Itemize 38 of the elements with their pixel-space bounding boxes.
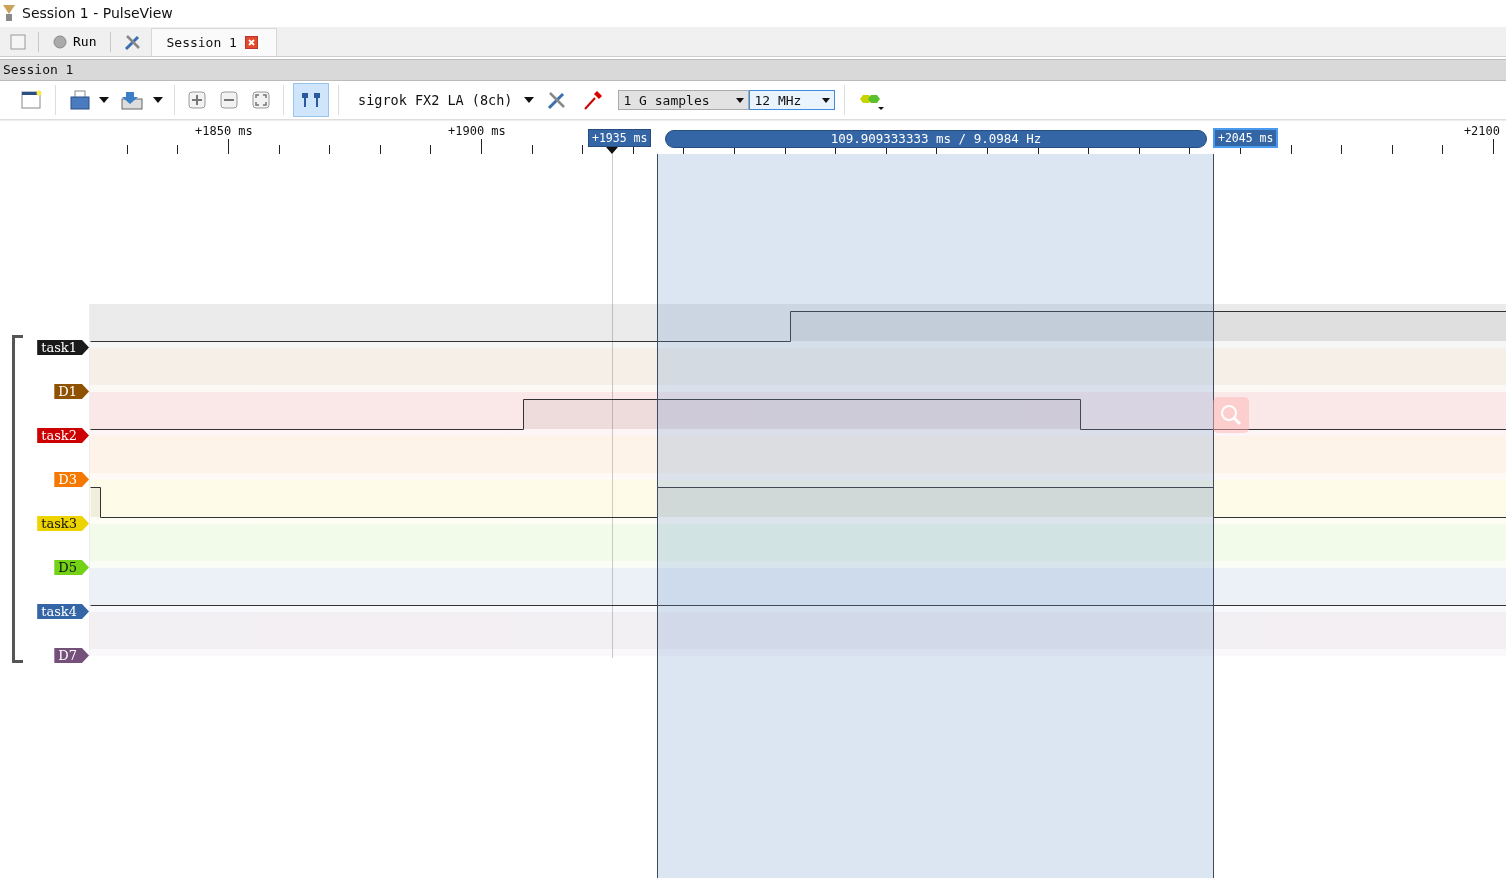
save-icon[interactable] bbox=[121, 89, 145, 111]
cursor-flag[interactable]: +2045 ms bbox=[1213, 128, 1279, 148]
tick-label: +2100 bbox=[1463, 124, 1500, 138]
new-view-icon[interactable] bbox=[20, 89, 42, 111]
caret-icon[interactable] bbox=[99, 97, 109, 103]
probe-icon[interactable] bbox=[582, 89, 605, 111]
run-button[interactable]: Run bbox=[45, 34, 105, 49]
caret-icon[interactable] bbox=[153, 97, 163, 103]
zoom-out-icon[interactable] bbox=[220, 91, 238, 109]
app-icon bbox=[2, 3, 16, 22]
channel-label[interactable]: task4 bbox=[37, 604, 89, 619]
caret-icon[interactable] bbox=[822, 97, 831, 103]
sample-count-dropdown[interactable]: 1 G samples bbox=[618, 90, 750, 110]
record-dot-icon bbox=[53, 34, 67, 49]
search-icon[interactable] bbox=[1213, 397, 1249, 433]
samplerate-dropdown[interactable]: 12 MHz bbox=[749, 90, 836, 110]
tick-label: +1900 ms bbox=[448, 124, 506, 138]
channel-label[interactable]: task3 bbox=[37, 516, 89, 531]
channel-label[interactable]: D1 bbox=[54, 384, 89, 399]
folder-icon[interactable] bbox=[69, 89, 91, 111]
caret-icon[interactable] bbox=[736, 97, 745, 103]
measurement-bar[interactable]: 109.909333333 ms / 9.0984 Hz bbox=[665, 130, 1207, 148]
session-title: Session 1 bbox=[0, 59, 1506, 81]
session-tab[interactable]: Session 1 bbox=[151, 28, 277, 56]
close-icon[interactable] bbox=[244, 36, 258, 49]
zoom-fit-icon[interactable] bbox=[252, 91, 270, 109]
channel-label[interactable]: task2 bbox=[37, 428, 89, 443]
cursor-flag[interactable]: +1935 ms bbox=[588, 129, 652, 147]
channel-label[interactable]: D7 bbox=[54, 648, 89, 663]
cursor-toggle-button[interactable] bbox=[293, 83, 329, 117]
device-selector[interactable]: sigrok FX2 LA (8ch) bbox=[348, 92, 521, 108]
channel-label[interactable]: D5 bbox=[54, 560, 89, 575]
caret-icon[interactable] bbox=[524, 97, 535, 103]
window-title: Session 1 - PulseView bbox=[22, 4, 173, 21]
zoom-in-icon[interactable] bbox=[188, 91, 206, 109]
channel-label[interactable]: task1 bbox=[37, 340, 89, 355]
cursor-icon bbox=[299, 90, 323, 110]
tick-label: +1850 ms bbox=[195, 124, 253, 138]
